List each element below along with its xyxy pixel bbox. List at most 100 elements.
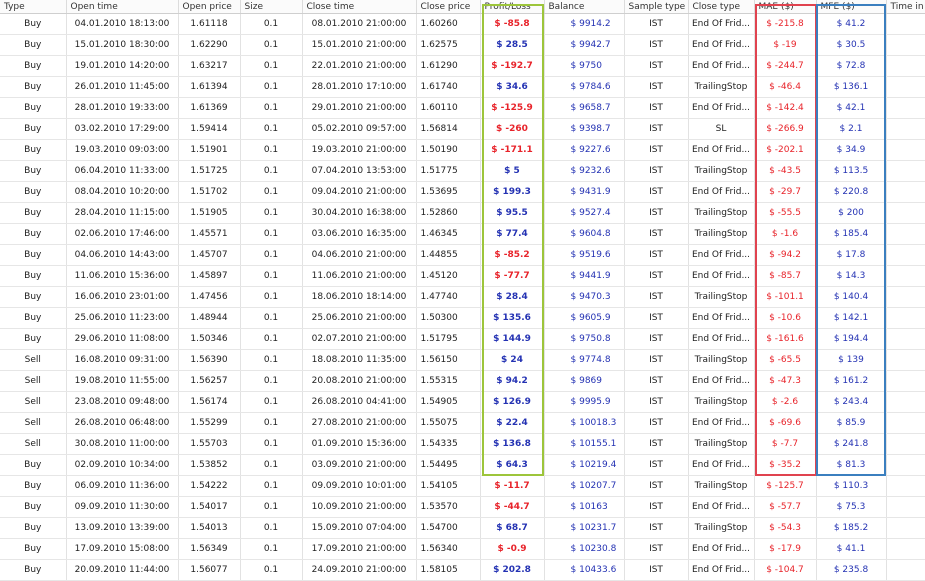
cell-profit-loss: $ 136.8 — [480, 433, 545, 455]
cell-time-in-trade: 4d 2h 4 — [886, 13, 925, 35]
table-row[interactable]: Buy 08.04.2010 10:20:00 1.51702 0.1 09.04.20… — [0, 181, 925, 203]
cell-type: Buy — [0, 223, 67, 245]
table-row[interactable]: Buy 02.09.2010 10:34:00 1.53852 0.1 03.09.20… — [0, 454, 925, 476]
cell-time-in-trade: 1d 14h — [886, 412, 925, 434]
cell-mfe: $ 42.1 — [816, 97, 887, 119]
table-row[interactable]: Buy 06.09.2010 11:36:00 1.54222 0.1 09.09.20… — [0, 475, 925, 497]
cell-close-type: TrailingStop — [688, 517, 755, 539]
cell-open-time: 08.04.2010 10:20:00 — [66, 181, 179, 203]
cell-open-price: 1.54222 — [178, 475, 241, 497]
table-row[interactable]: Buy 17.09.2010 15:08:00 1.56349 0.1 17.09.20… — [0, 538, 925, 560]
cell-size: 0.1 — [240, 13, 303, 35]
cell-time-in-trade: 3d 6h 4 — [886, 55, 925, 77]
cell-size: 0.1 — [240, 139, 303, 161]
col-header-close-time[interactable]: Close time — [302, 0, 417, 14]
cell-close-price: 1.56814 — [416, 118, 481, 140]
cell-type: Buy — [0, 118, 67, 140]
table-row[interactable]: Sell 19.08.2010 11:55:00 1.56257 0.1 20.08.2… — [0, 370, 925, 392]
cell-close-price: 1.52860 — [416, 202, 481, 224]
cell-type: Buy — [0, 139, 67, 161]
cell-close-price: 1.56340 — [416, 538, 481, 560]
cell-close-time: 05.02.2010 09:57:00 — [302, 118, 417, 140]
cell-open-time: 26.08.2010 06:48:00 — [66, 412, 179, 434]
cell-close-time: 20.08.2010 21:00:00 — [302, 370, 417, 392]
cell-open-price: 1.51725 — [178, 160, 241, 182]
table-row[interactable]: Buy 25.06.2010 11:23:00 1.48944 0.1 25.06.20… — [0, 307, 925, 329]
col-header-size[interactable]: Size — [240, 0, 303, 14]
cell-sample-type: IST — [624, 328, 689, 350]
cell-type: Buy — [0, 286, 67, 308]
cell-open-price: 1.48944 — [178, 307, 241, 329]
cell-close-price: 1.51795 — [416, 328, 481, 350]
cell-open-price: 1.56077 — [178, 559, 241, 581]
cell-mae: $ -69.6 — [754, 412, 817, 434]
table-row[interactable]: Buy 19.03.2010 09:03:00 1.51901 0.1 19.03.20… — [0, 139, 925, 161]
cell-close-price: 1.50190 — [416, 139, 481, 161]
table-row[interactable]: Buy 15.01.2010 18:30:00 1.62290 0.1 15.01.20… — [0, 34, 925, 56]
cell-balance: $ 9750.8 — [544, 328, 625, 350]
table-row[interactable]: Buy 19.01.2010 14:20:00 1.63217 0.1 22.01.20… — [0, 55, 925, 77]
cell-balance: $ 9605.9 — [544, 307, 625, 329]
table-row[interactable]: Buy 02.06.2010 17:46:00 1.45571 0.1 03.06.20… — [0, 223, 925, 245]
table-body: Buy 04.01.2010 18:13:00 1.61118 0.1 08.01.20… — [0, 13, 925, 581]
table-row[interactable]: Buy 03.02.2010 17:29:00 1.59414 0.1 05.02.20… — [0, 118, 925, 140]
col-header-close-price[interactable]: Close price — [416, 0, 481, 14]
table-row[interactable]: Sell 23.08.2010 09:48:00 1.56174 0.1 26.08.2… — [0, 391, 925, 413]
col-header-balance[interactable]: Balance — [544, 0, 625, 14]
table-row[interactable]: Buy 06.04.2010 11:33:00 1.51725 0.1 07.04.20… — [0, 160, 925, 182]
cell-mfe: $ 139 — [816, 349, 887, 371]
table-row[interactable]: Buy 29.06.2010 11:08:00 1.50346 0.1 02.07.20… — [0, 328, 925, 350]
table-row[interactable]: Buy 16.06.2010 23:01:00 1.47456 0.1 18.06.20… — [0, 286, 925, 308]
cell-mae: $ -142.4 — [754, 97, 817, 119]
col-header-time-in-trade[interactable]: Time in tr — [886, 0, 925, 14]
cell-size: 0.1 — [240, 370, 303, 392]
cell-size: 0.1 — [240, 349, 303, 371]
table-row[interactable]: Sell 16.08.2010 09:31:00 1.56390 0.1 18.08.2… — [0, 349, 925, 371]
table-row[interactable]: Buy 26.01.2010 11:45:00 1.61394 0.1 28.01.20… — [0, 76, 925, 98]
cell-open-time: 30.08.2010 11:00:00 — [66, 433, 179, 455]
cell-mae: $ -215.8 — [754, 13, 817, 35]
cell-profit-loss: $ -85.8 — [480, 13, 545, 35]
cell-close-time: 17.09.2010 21:00:00 — [302, 538, 417, 560]
table-row[interactable]: Buy 09.09.2010 11:30:00 1.54017 0.1 10.09.20… — [0, 496, 925, 518]
table-row[interactable]: Sell 26.08.2010 06:48:00 1.55299 0.1 27.08.2… — [0, 412, 925, 434]
table-row[interactable]: Buy 13.09.2010 13:39:00 1.54013 0.1 15.09.20… — [0, 517, 925, 539]
col-header-mfe[interactable]: MFE ($) — [816, 0, 887, 14]
table-row[interactable]: Buy 04.01.2010 18:13:00 1.61118 0.1 08.01.20… — [0, 13, 925, 35]
table-row[interactable]: Buy 04.06.2010 14:43:00 1.45707 0.1 04.06.20… — [0, 244, 925, 266]
table-row[interactable]: Sell 30.08.2010 11:00:00 1.55703 0.1 01.09.2… — [0, 433, 925, 455]
cell-size: 0.1 — [240, 475, 303, 497]
cell-sample-type: IST — [624, 202, 689, 224]
cell-profit-loss: $ -260 — [480, 118, 545, 140]
cell-close-type: TrailingStop — [688, 76, 755, 98]
table-row[interactable]: Buy 11.06.2010 15:36:00 1.45897 0.1 11.06.20… — [0, 265, 925, 287]
cell-open-time: 28.04.2010 11:15:00 — [66, 202, 179, 224]
col-header-profit-loss[interactable]: Profit/Loss — [480, 0, 545, 14]
table-row[interactable]: Buy 28.01.2010 19:33:00 1.61369 0.1 29.01.20… — [0, 97, 925, 119]
cell-mfe: $ 194.4 — [816, 328, 887, 350]
col-header-close-type[interactable]: Close type — [688, 0, 755, 14]
table-row[interactable]: Buy 28.04.2010 11:15:00 1.51905 0.1 30.04.20… — [0, 202, 925, 224]
cell-time-in-trade: 1d 9h 3 — [886, 496, 925, 518]
cell-mae: $ -43.5 — [754, 160, 817, 182]
col-header-sample-type[interactable]: Sample type — [624, 0, 689, 14]
cell-close-type: TrailingStop — [688, 160, 755, 182]
cell-type: Buy — [0, 55, 67, 77]
cell-sample-type: IST — [624, 454, 689, 476]
col-header-type[interactable]: Type — [0, 0, 67, 14]
cell-size: 0.1 — [240, 307, 303, 329]
col-header-open-price[interactable]: Open price — [178, 0, 241, 14]
cell-mfe: $ 142.1 — [816, 307, 887, 329]
col-header-open-time[interactable]: Open time — [66, 0, 179, 14]
col-header-mae[interactable]: MAE ($) — [754, 0, 817, 14]
cell-close-type: TrailingStop — [688, 391, 755, 413]
table-row[interactable]: Buy 20.09.2010 11:44:00 1.56077 0.1 24.09.20… — [0, 559, 925, 581]
cell-close-price: 1.54700 — [416, 517, 481, 539]
cell-mfe: $ 185.2 — [816, 517, 887, 539]
cell-open-time: 15.01.2010 18:30:00 — [66, 34, 179, 56]
cell-time-in-trade: 1d 16h — [886, 118, 925, 140]
cell-close-time: 19.03.2010 21:00:00 — [302, 139, 417, 161]
cell-mfe: $ 2.1 — [816, 118, 887, 140]
cell-open-time: 19.03.2010 09:03:00 — [66, 139, 179, 161]
cell-open-time: 23.08.2010 09:48:00 — [66, 391, 179, 413]
